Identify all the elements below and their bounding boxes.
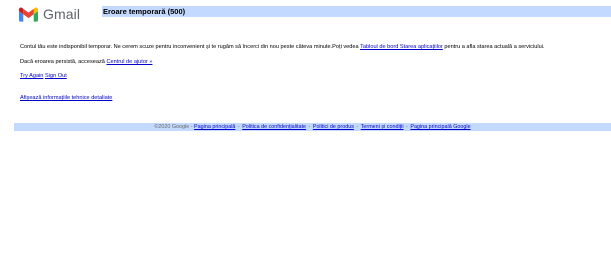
header: Gmail Eroare temporară (500) xyxy=(14,0,611,27)
help-center-text: Dacă eroarea persistă, accesează xyxy=(20,59,107,65)
footer-separator: - xyxy=(354,124,360,130)
details-line: Afișează informațiile tehnice detaliate xyxy=(20,95,112,102)
sign-out-link[interactable]: Sign Out xyxy=(45,73,67,79)
action-links: Try Again Sign Out xyxy=(20,73,67,80)
page-title: Eroare temporară (500) xyxy=(103,7,186,16)
footer-link-privacy[interactable]: Politica de confidențialitate xyxy=(242,124,306,130)
footer-copyright: ©2020 Google - xyxy=(154,124,195,130)
footer-link-product-policies[interactable]: Politici de produs xyxy=(313,124,354,130)
show-technical-details-link[interactable]: Afișează informațiile tehnice detaliate xyxy=(20,95,112,101)
try-again-link[interactable]: Try Again xyxy=(20,73,43,79)
footer-link-google-home[interactable]: Pagina principală Google xyxy=(410,124,470,130)
error-message-text: Contul tău este indisponibil temporar. N… xyxy=(20,44,361,50)
gmail-logo[interactable]: Gmail xyxy=(19,6,87,22)
footer-link-home[interactable]: Pagina principală xyxy=(194,124,235,130)
error-message-line: Contul tău este indisponibil temporar. N… xyxy=(20,44,544,51)
gmail-m-icon xyxy=(19,6,38,22)
title-bar: Eroare temporară (500) xyxy=(102,6,611,17)
help-center-line: Dacă eroarea persistă, accesează Centrul… xyxy=(20,59,152,66)
error-page: Gmail Eroare temporară (500) Contul tău … xyxy=(0,0,611,267)
app-status-dashboard-link[interactable]: Tabloul de bord Starea aplicațiilor xyxy=(360,44,443,50)
help-center-link[interactable]: Centrul de ajutor » xyxy=(106,59,152,65)
gmail-logo-text: Gmail xyxy=(43,6,81,22)
footer-link-terms[interactable]: Termeni și condiții xyxy=(361,124,404,130)
error-message-suffix: pentru a afla starea actuală a serviciul… xyxy=(442,44,545,50)
footer-separator: - xyxy=(307,124,312,130)
footer: ©2020 Google - Pagina principală - Polit… xyxy=(14,123,611,131)
